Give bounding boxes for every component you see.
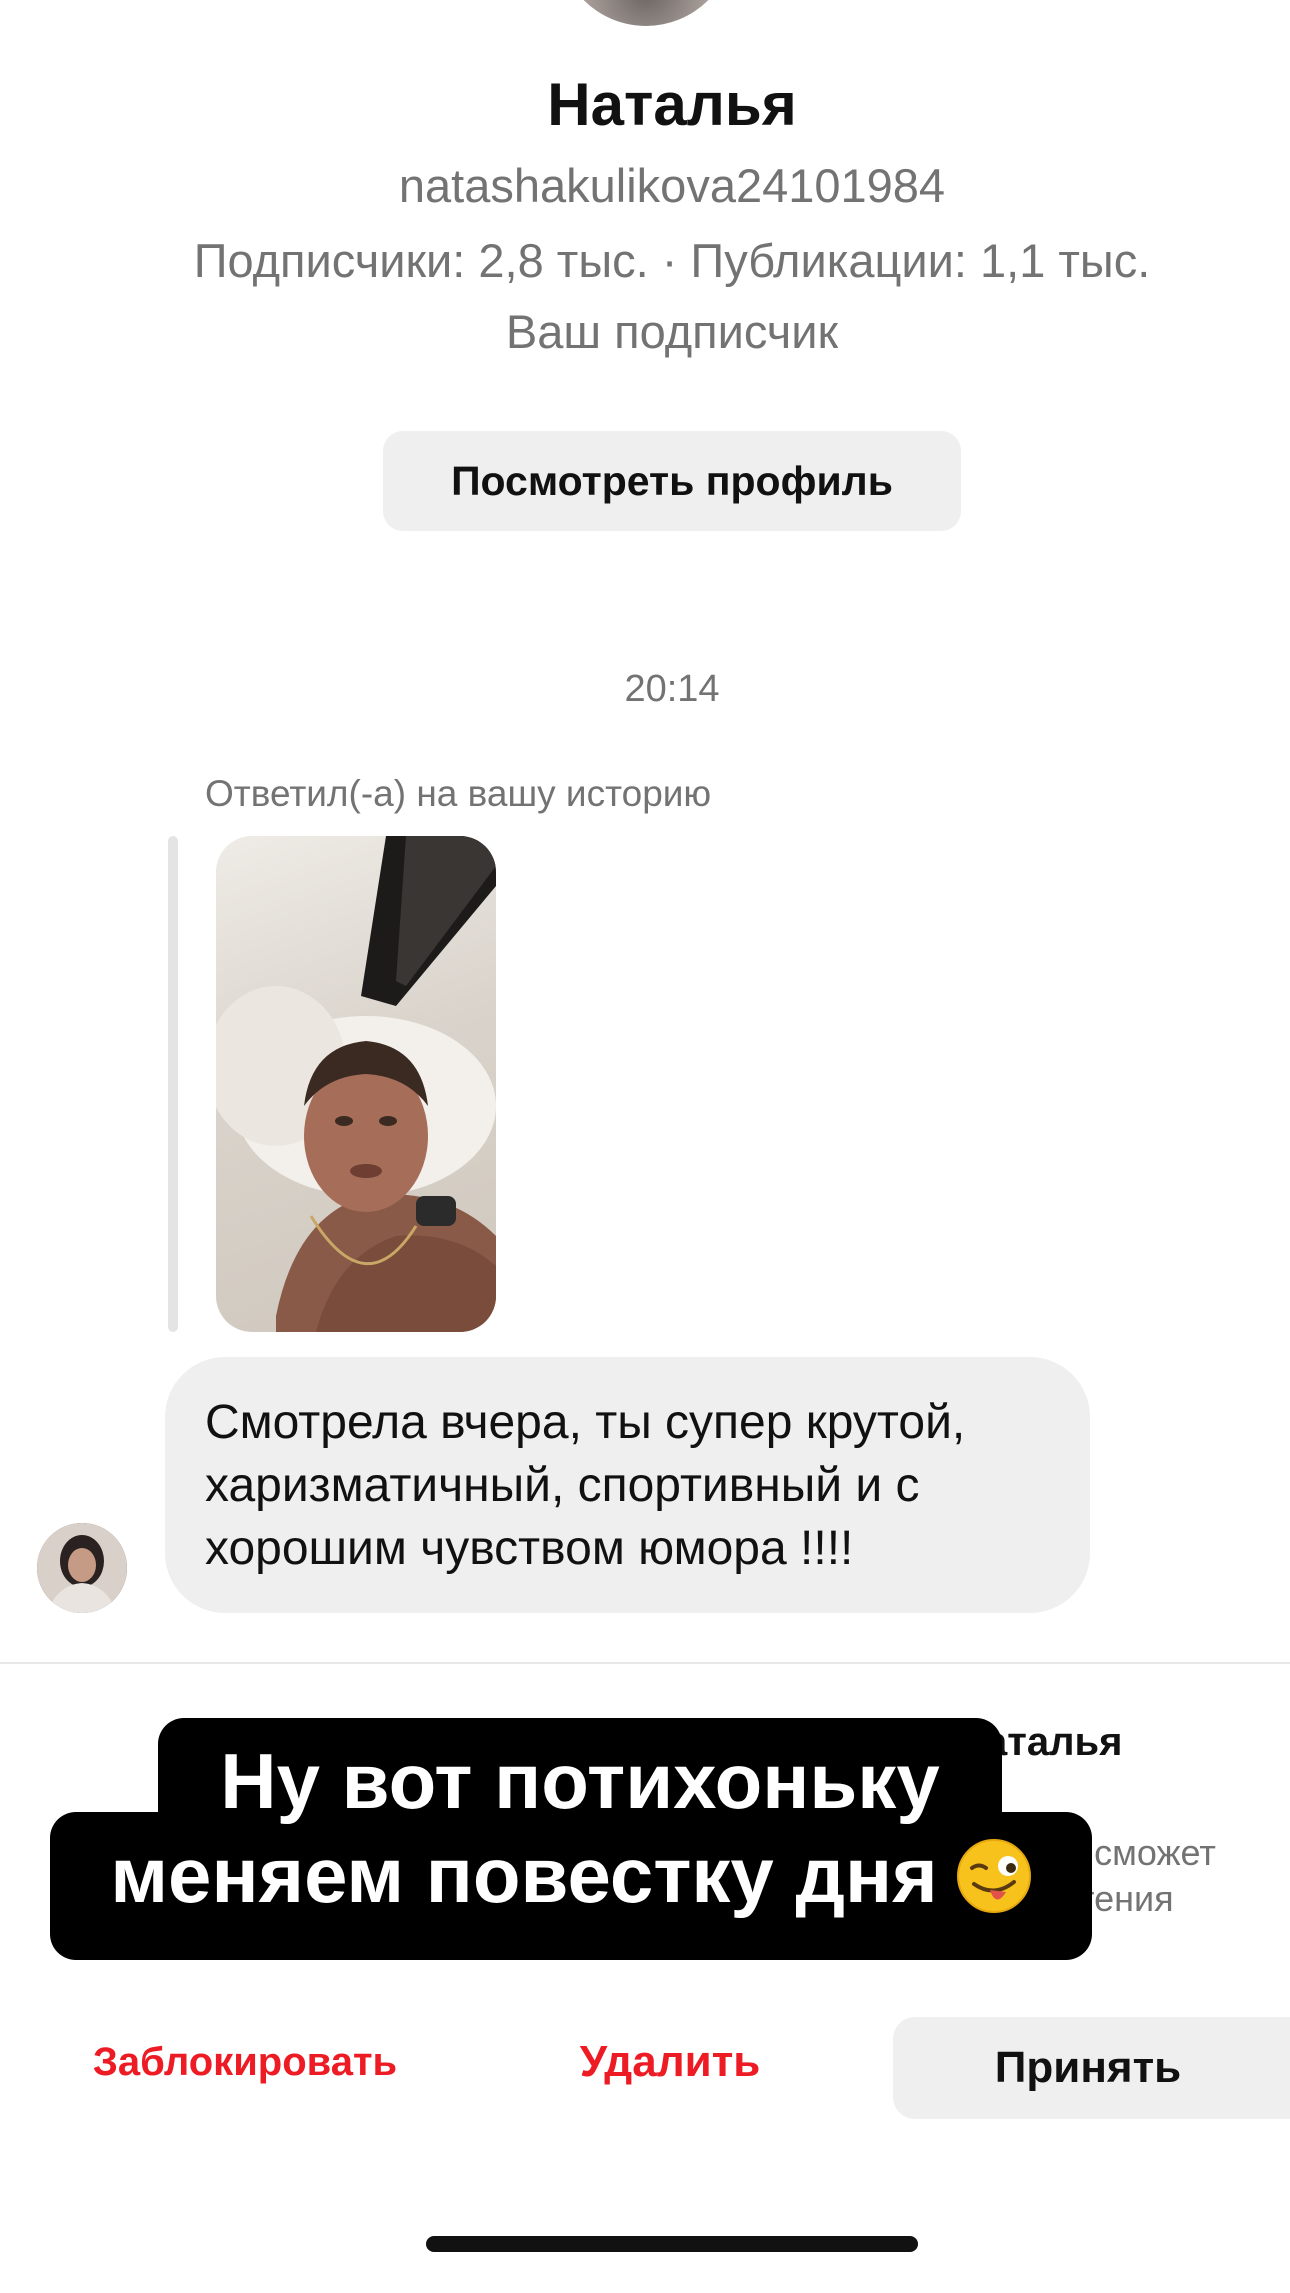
- story-thumbnail[interactable]: [216, 836, 496, 1332]
- view-profile-button[interactable]: Посмотреть профиль: [383, 431, 961, 531]
- profile-avatar[interactable]: [558, 0, 734, 26]
- winking-face-with-tongue-icon: [956, 1839, 1031, 1913]
- home-indicator[interactable]: [426, 2236, 918, 2252]
- delete-button[interactable]: Удалить: [520, 2012, 820, 2112]
- profile-stats: Подписчики: 2,8 тыс. · Публикации: 1,1 т…: [193, 234, 1151, 287]
- section-divider: [0, 1662, 1290, 1664]
- profile-username: natashakulikova24101984: [398, 159, 946, 212]
- story-reply-label: Ответил(-а) на вашу историю: [205, 773, 712, 814]
- caption-line-2-text: меняем повестку дня: [110, 1831, 938, 1919]
- caption-line-1: Ну вот потихоньку: [220, 1737, 940, 1825]
- sender-avatar[interactable]: [37, 1523, 127, 1613]
- profile-name: Наталья: [547, 71, 797, 138]
- message-timestamp: 20:14: [624, 668, 720, 710]
- sender-avatar-image: [37, 1523, 127, 1613]
- reply-quote-bar: [168, 836, 178, 1332]
- story-thumbnail-image: [216, 836, 496, 1332]
- message-line: харизматичный, спортивный и с: [205, 1459, 920, 1512]
- message-line: хорошим чувством юмора !!!!: [205, 1522, 854, 1575]
- accept-button[interactable]: Принять: [893, 2017, 1290, 2119]
- profile-relation: Ваш подписчик: [505, 305, 839, 358]
- message-bubble[interactable]: Смотрела вчера, ты супер крутой, харизма…: [165, 1357, 1090, 1613]
- caption-line-2: меняем повестку дня: [50, 1830, 1092, 1921]
- block-button[interactable]: Заблокировать: [60, 2012, 430, 2112]
- accept-button-label: Принять: [994, 2043, 1182, 2092]
- message-request-title-text: аталья: [985, 1720, 1123, 1764]
- message-line: Смотрела вчера, ты супер крутой,: [205, 1396, 966, 1449]
